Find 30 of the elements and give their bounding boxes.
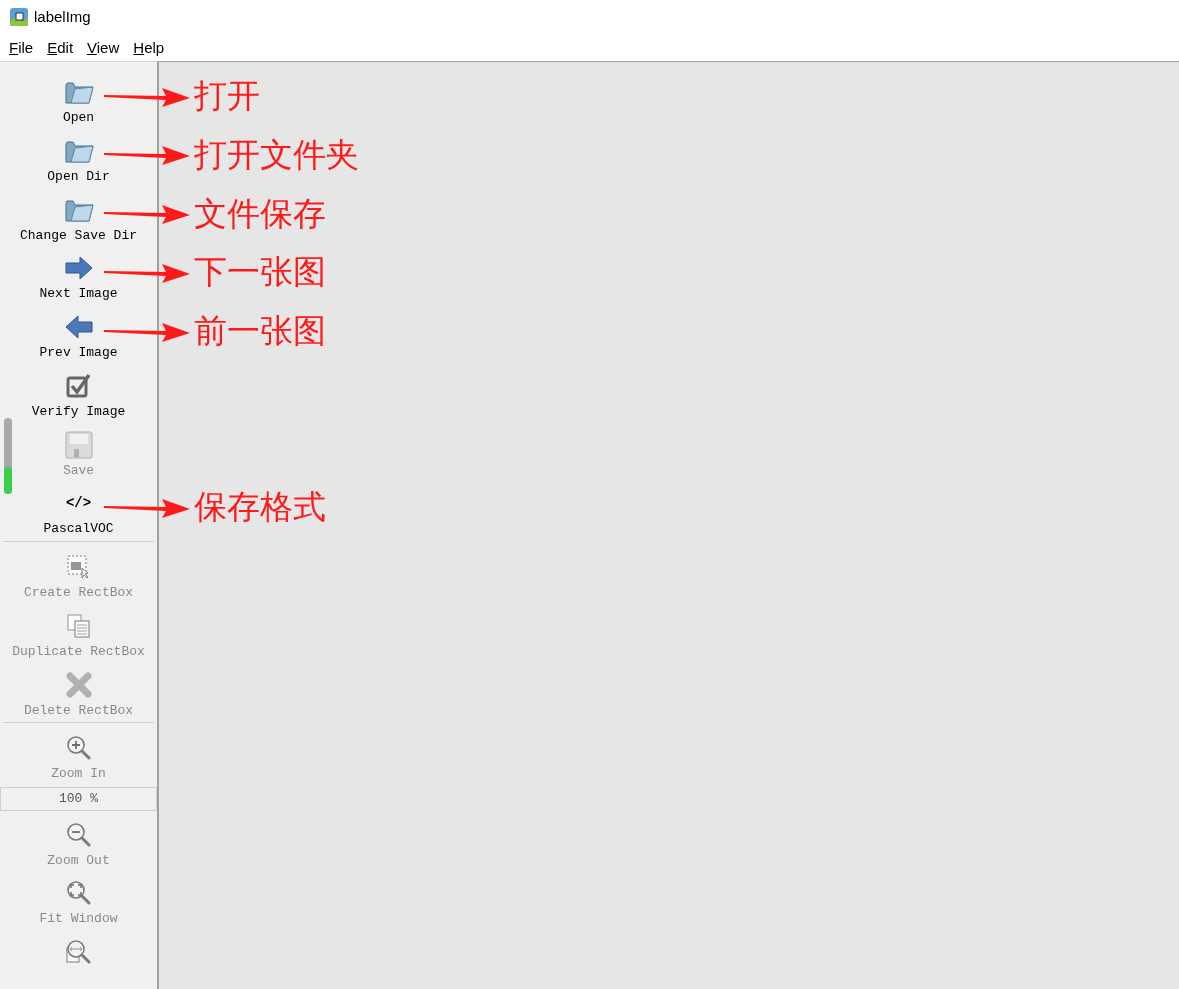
tool-button-label[interactable]: Next Image <box>39 286 118 302</box>
copy-icon <box>65 612 92 639</box>
checkbox-icon <box>65 372 92 399</box>
tool-button-label[interactable]: Open <box>62 110 95 125</box>
zoom-in-icon <box>65 735 92 762</box>
menu-item[interactable]: Edit <box>40 38 81 56</box>
fit-width-icon <box>65 939 92 966</box>
tool-button-label[interactable]: PascalVOC <box>43 521 114 537</box>
annotation-text: 打开文件夹 <box>194 134 359 175</box>
zoom-value[interactable]: 100 % <box>0 787 157 811</box>
menu-item[interactable]: Help <box>126 38 172 56</box>
window-title: labelImg <box>34 8 91 25</box>
menu-item[interactable]: View <box>80 38 127 56</box>
annotation-text: 下一张图 <box>194 252 326 293</box>
zoom-out-icon <box>65 821 92 848</box>
tool-button-label[interactable]: Verify Image <box>31 403 126 419</box>
right-arrow-icon <box>63 255 94 282</box>
delete-icon <box>64 670 93 699</box>
code-icon: </> <box>65 495 92 512</box>
tool-button-label[interactable]: Prev Image <box>39 345 118 361</box>
annotation-text: 前一张图 <box>194 311 326 352</box>
annotation-text: 打开 <box>194 76 260 116</box>
annotation-text: 保存格式 <box>194 487 326 528</box>
fit-window-icon <box>65 880 92 907</box>
tool-button-label[interactable]: Change Save Dir <box>20 227 137 243</box>
app-icon <box>10 7 28 26</box>
left-arrow-icon <box>63 314 94 341</box>
menu-item[interactable]: File <box>2 38 41 56</box>
annotation-text: 文件保存 <box>194 193 326 234</box>
tool-button-label[interactable]: Open Dir <box>47 168 110 184</box>
